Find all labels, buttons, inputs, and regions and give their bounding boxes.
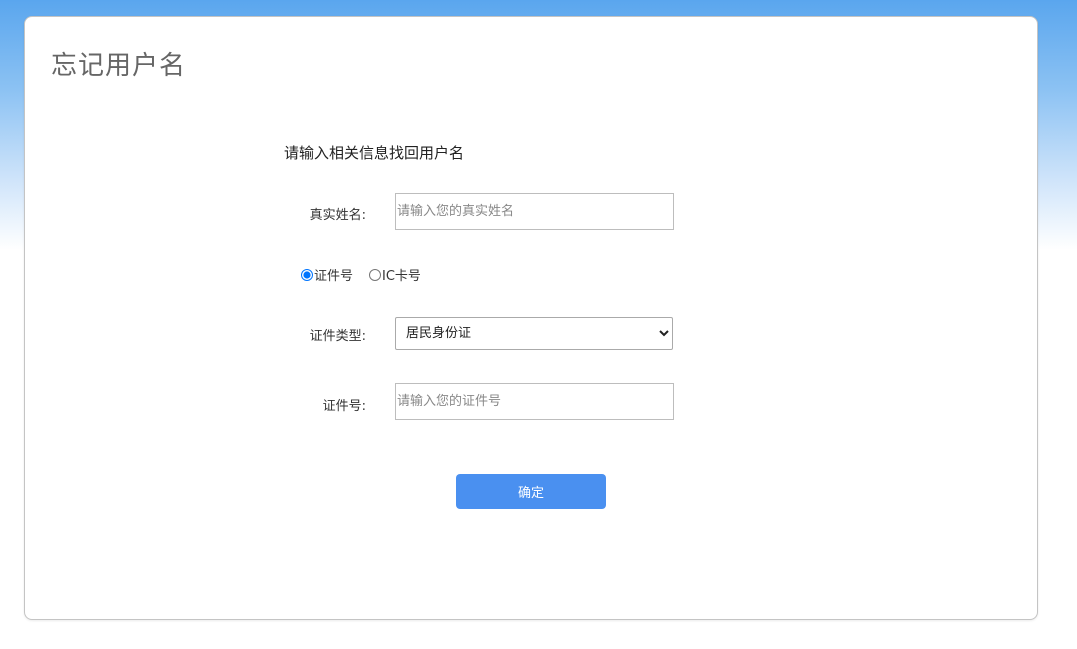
id-mode-radio-group: 证件号 IC卡号 xyxy=(301,265,437,284)
id-number-radio[interactable] xyxy=(301,268,313,281)
radio-option-ic-card[interactable]: IC卡号 xyxy=(369,265,421,284)
radio-option-id-number[interactable]: 证件号 xyxy=(301,265,353,284)
ic-card-radio[interactable] xyxy=(369,268,382,281)
confirm-button[interactable]: 确定 xyxy=(456,474,606,509)
form-subtitle: 请输入相关信息找回用户名 xyxy=(284,144,465,162)
ic-card-radio-label: IC卡号 xyxy=(382,269,421,284)
id-type-select[interactable]: 居民身份证 xyxy=(395,317,673,350)
page-title: 忘记用户名 xyxy=(51,51,187,81)
real-name-label: 真实姓名: xyxy=(309,208,366,223)
id-number-radio-label: 证件号 xyxy=(314,269,354,284)
id-number-input[interactable] xyxy=(395,383,674,420)
forgot-username-card: 忘记用户名 请输入相关信息找回用户名 真实姓名: 证件号 IC卡号 证件类型: … xyxy=(24,16,1038,620)
real-name-input[interactable] xyxy=(395,193,674,230)
id-number-label: 证件号: xyxy=(322,399,366,414)
id-type-label: 证件类型: xyxy=(309,329,366,344)
